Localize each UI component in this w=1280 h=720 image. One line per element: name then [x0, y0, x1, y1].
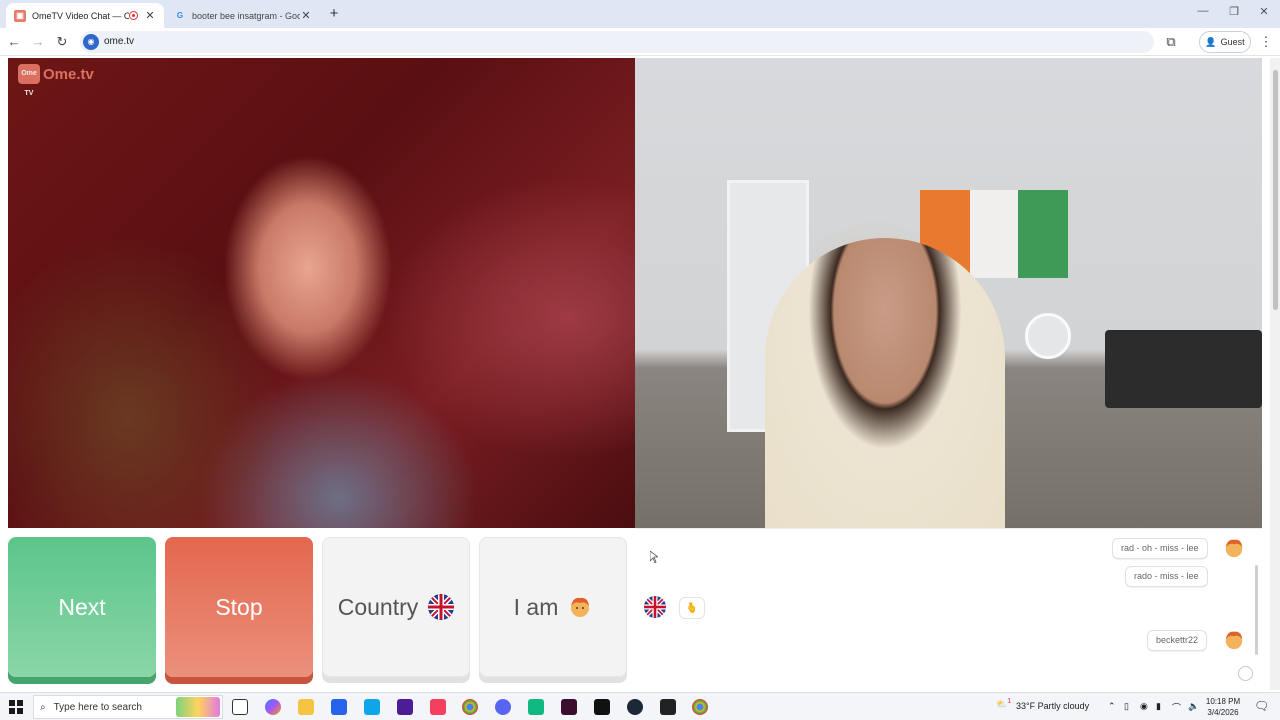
close-window-icon[interactable]: ✕ [1256, 5, 1272, 18]
emoji-picker-icon[interactable] [1238, 666, 1253, 681]
task-view-icon[interactable] [232, 699, 248, 715]
search-highlight-icon[interactable] [176, 697, 220, 717]
tab-google-search[interactable]: G booter bee insatgram - Google ✕ [166, 3, 320, 28]
stop-label: Stop [215, 593, 263, 620]
ometv-page: Ome TV Ome.tv Next Stop Country I am 🫰 r… [0, 57, 1280, 690]
tab-title: OmeTV Video Chat — Ome [32, 10, 129, 21]
chat-panel: 🫰 rad - oh - miss - lee rado - miss - le… [635, 528, 1262, 688]
logo-badge: Ome TV [18, 64, 40, 97]
media-app-icon[interactable] [561, 699, 577, 715]
boy-avatar-icon [1225, 539, 1243, 558]
address-bar[interactable]: ◉ ome.tv [80, 31, 1154, 53]
new-tab-icon[interactable]: + [326, 5, 342, 22]
reading-mode-icon[interactable]: ⧉ [1163, 34, 1179, 50]
url-text: ome.tv [104, 36, 135, 47]
browser-tab-bar: ▣ OmeTV Video Chat — Ome ✕ G booter bee … [0, 0, 1280, 28]
store-icon[interactable] [331, 699, 347, 715]
game-icon[interactable] [660, 699, 676, 715]
restore-icon[interactable]: ❐ [1226, 5, 1242, 18]
chat-scrollbar[interactable] [1255, 565, 1258, 655]
discord-icon[interactable] [495, 699, 511, 715]
browser-toolbar: ← → ↻ ◉ ome.tv ⧉ 👤 Guest ⋮ [0, 28, 1280, 56]
ometv-favicon-icon: ▣ [14, 9, 26, 22]
weather-icon[interactable]: ⛅1 [996, 698, 1011, 710]
back-icon[interactable]: ← [6, 34, 22, 50]
windows-start-icon[interactable] [9, 700, 23, 714]
search-placeholder: Type here to search [53, 701, 142, 713]
uk-flag-icon [428, 594, 455, 620]
volume-icon[interactable]: 🔈 [1188, 701, 1199, 712]
partner-flag-icon [644, 596, 666, 623]
chat-message: rad - oh - miss - lee [1112, 538, 1208, 559]
logo-text: Ome.tv [43, 65, 94, 83]
tab-ometv[interactable]: ▣ OmeTV Video Chat — Ome ✕ [6, 3, 164, 28]
person-icon: 👤 [1205, 36, 1217, 47]
file-explorer-icon[interactable] [298, 699, 314, 715]
close-tab-icon[interactable]: ✕ [300, 9, 312, 22]
search-icon: ⌕ [40, 701, 46, 713]
reload-icon[interactable]: ↻ [54, 34, 70, 50]
iam-button[interactable]: I am [479, 537, 627, 677]
google-favicon-icon: G [176, 11, 184, 20]
weather-text[interactable]: 33°F Partly cloudy [1016, 701, 1089, 711]
profile-label: Guest [1220, 37, 1245, 47]
self-person [765, 238, 1005, 528]
tab-title: booter bee insatgram - Google [192, 10, 300, 21]
page-scrollbar[interactable] [1270, 58, 1280, 690]
chrome-active-icon[interactable] [692, 699, 708, 715]
app-icon[interactable] [528, 699, 544, 715]
menu-icon[interactable]: ⋮ [1258, 34, 1274, 50]
country-button[interactable]: Country [322, 537, 470, 677]
self-video [635, 58, 1262, 528]
windows-taskbar: ⌕ Type here to search ⛅1 33°F Partly clo… [0, 692, 1280, 720]
country-label: Country [337, 593, 419, 620]
show-hidden-icons[interactable]: ⌃ [1108, 701, 1116, 712]
minimize-icon[interactable]: — [1195, 5, 1211, 17]
partner-emoji-icon: 🫰 [679, 597, 705, 619]
stranger-video: Ome TV Ome.tv [8, 58, 635, 528]
mouse-cursor-icon [650, 551, 658, 563]
clock[interactable]: 10:18 PM 3/4/2026 [1200, 696, 1246, 718]
next-label: Next [58, 593, 106, 620]
profile-button[interactable]: 👤 Guest [1199, 31, 1251, 53]
stop-button[interactable]: Stop [165, 537, 313, 677]
epic-games-icon[interactable] [594, 699, 610, 715]
weather-badge: 1 [1007, 698, 1012, 705]
boy-avatar-icon [1225, 631, 1243, 650]
fan [1025, 313, 1071, 359]
tray-icon-1[interactable]: ▯ [1124, 701, 1129, 712]
notifications-icon[interactable]: 🗨 [1254, 699, 1269, 713]
boy-icon [568, 595, 592, 619]
chat-message: rado - miss - lee [1125, 566, 1208, 587]
chrome-icon[interactable] [462, 699, 478, 715]
next-app-icon[interactable] [397, 699, 413, 715]
close-tab-icon[interactable]: ✕ [144, 9, 156, 22]
bed [1105, 330, 1262, 408]
scroll-thumb[interactable] [1273, 70, 1278, 310]
forward-icon[interactable]: → [30, 34, 46, 50]
network-icon[interactable]: ⌒ [1172, 701, 1181, 714]
next-button[interactable]: Next [8, 537, 156, 677]
battery-icon[interactable]: ▮ [1156, 701, 1161, 712]
site-info-icon[interactable]: ◉ [83, 34, 99, 50]
outlook-icon[interactable] [364, 699, 380, 715]
iam-label: I am [513, 593, 559, 620]
date: 3/4/2026 [1207, 708, 1239, 717]
steam-icon[interactable] [627, 699, 643, 715]
chat-message: beckettr22 [1147, 630, 1208, 651]
music-icon[interactable] [430, 699, 446, 715]
copilot-icon[interactable] [265, 699, 281, 715]
time: 10:18 PM [1205, 697, 1241, 706]
ometv-logo: Ome TV Ome.tv [18, 64, 94, 97]
tray-icon-2[interactable]: ◉ [1140, 701, 1148, 712]
recording-icon [129, 11, 138, 20]
